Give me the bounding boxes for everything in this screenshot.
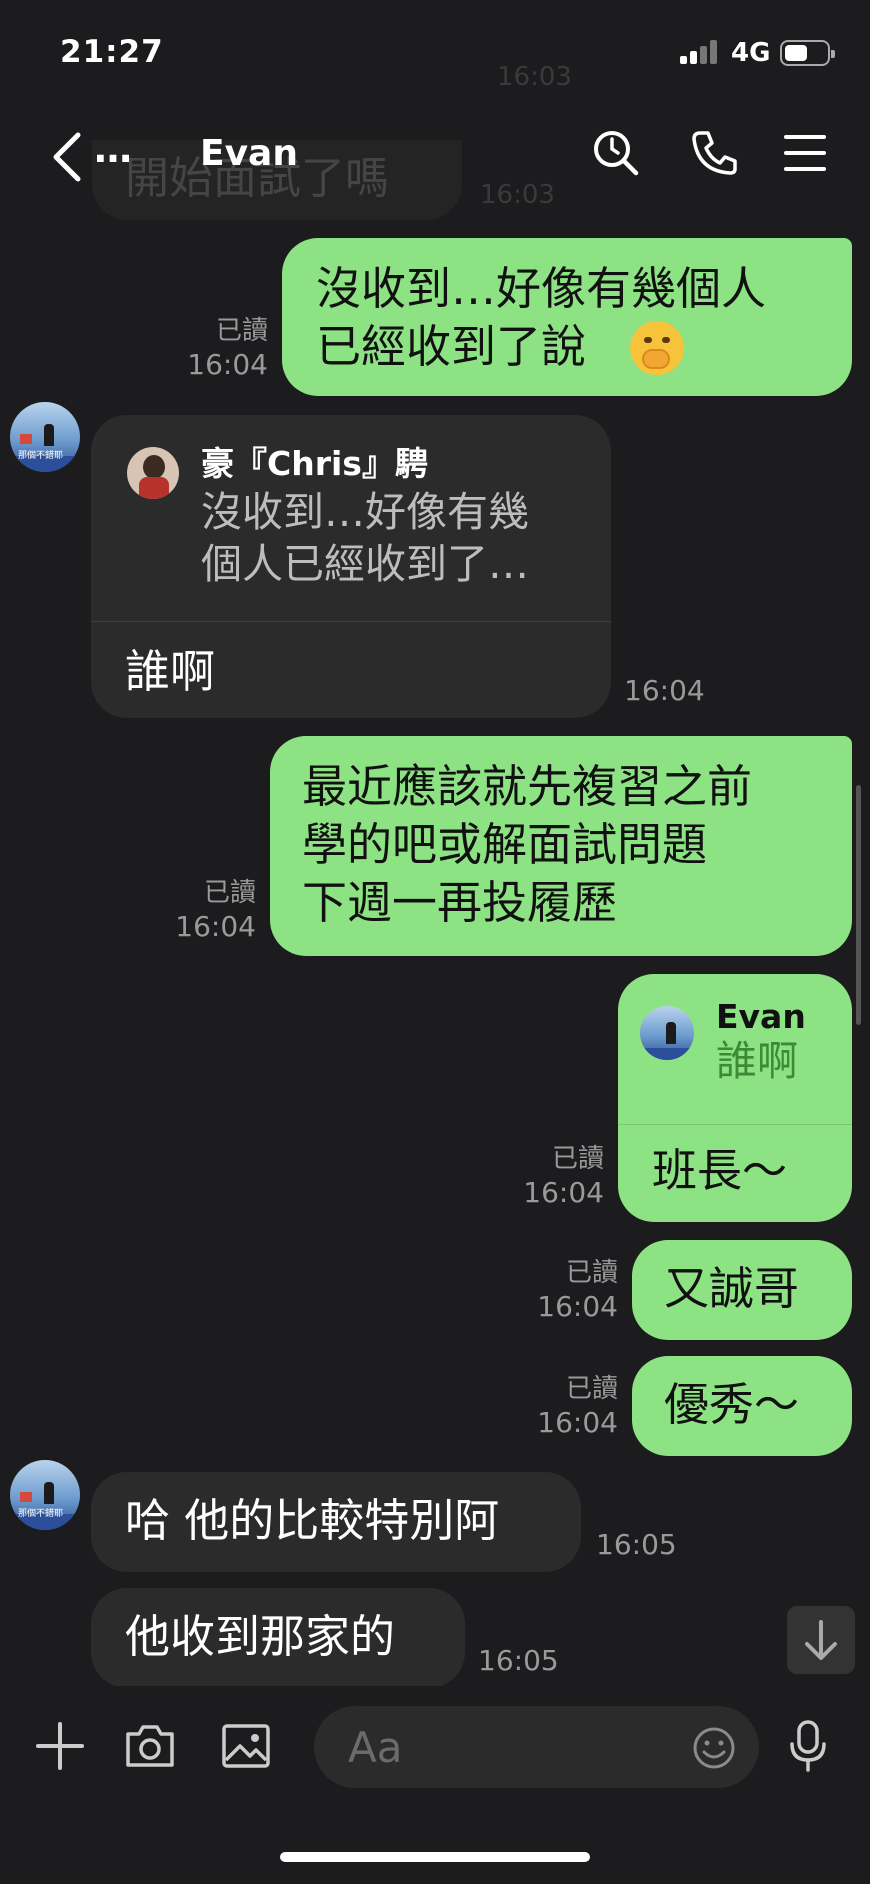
divider <box>618 1124 852 1125</box>
menu-icon[interactable] <box>780 127 832 179</box>
message-line: 下週一再投履歷 <box>302 876 618 929</box>
quoted-text: 誰啊 <box>716 1037 798 1085</box>
message-bubble[interactable]: 優秀～ <box>632 1356 852 1456</box>
message-bubble[interactable]: 他收到那家的 <box>91 1588 465 1688</box>
read-receipt: 已讀 16:04 <box>175 878 256 943</box>
message-text: 誰啊 <box>125 645 216 698</box>
emoji-icon[interactable] <box>692 1726 736 1770</box>
chat-header: … Evan <box>0 105 870 205</box>
status-time: 21:27 <box>60 34 164 70</box>
message-bubble[interactable]: 最近應該就先複習之前 學的吧或解面試問題 下週一再投履歷 <box>270 736 852 956</box>
scrolled-time: 16:03 <box>497 62 572 92</box>
message-bubble[interactable]: 沒收到…好像有幾個人 已經收到了說 <box>282 238 852 396</box>
search-icon[interactable] <box>590 127 642 179</box>
quoted-user-avatar <box>127 447 179 499</box>
contact-avatar[interactable]: 那個不錯耶 <box>10 402 80 472</box>
message-text: 他收到那家的 <box>125 1610 396 1663</box>
read-receipt: 已讀 16:04 <box>523 1144 604 1209</box>
message-line: 已經收到了說 <box>316 320 587 373</box>
divider <box>91 621 611 622</box>
message-time: 16:04 <box>624 674 705 707</box>
quoted-text-line: 個人已經收到了… <box>201 540 529 588</box>
hand-over-mouth-emoji <box>630 321 684 375</box>
message-line: 學的吧或解面試問題 <box>302 818 708 871</box>
reply-message-bubble[interactable]: 豪『Chris』騁 沒收到…好像有幾 個人已經收到了… 誰啊 <box>91 415 611 718</box>
image-icon[interactable] <box>218 1718 274 1774</box>
reply-message-bubble[interactable]: Evan 誰啊 班長～ <box>618 974 852 1222</box>
message-time: 16:05 <box>596 1528 677 1561</box>
arrow-down-icon[interactable] <box>787 1606 855 1674</box>
read-receipt: 已讀 16:04 <box>537 1258 618 1323</box>
composer-bar <box>0 1686 870 1884</box>
quoted-text-line: 沒收到…好像有幾 <box>201 488 529 536</box>
message-text: 哈 他的比較特別阿 <box>125 1494 500 1547</box>
quoted-sender-name: 豪『Chris』騁 <box>201 444 428 483</box>
read-receipt: 已讀 16:04 <box>537 1374 618 1439</box>
mic-icon[interactable] <box>786 1718 830 1774</box>
quoted-user-avatar <box>640 1006 694 1060</box>
network-type: 4G <box>731 38 771 68</box>
quoted-sender-name: Evan <box>716 997 806 1036</box>
message-bubble[interactable]: 又誠哥 <box>632 1240 852 1340</box>
chat-title[interactable]: Evan <box>200 133 298 174</box>
message-line: 沒收到…好像有幾個人 <box>316 262 767 315</box>
message-line: 最近應該就先複習之前 <box>302 760 753 813</box>
status-bar: 21:27 4G <box>0 0 870 105</box>
back-icon[interactable] <box>48 129 88 185</box>
signal-icon <box>680 40 722 64</box>
overflow-dots: … <box>94 127 132 171</box>
read-receipt: 已讀 16:04 <box>187 316 268 381</box>
message-bubble[interactable]: 哈 他的比較特別阿 <box>91 1472 581 1572</box>
plus-icon[interactable] <box>32 1718 88 1774</box>
scrollbar[interactable] <box>856 785 861 1025</box>
message-text: 又誠哥 <box>664 1262 800 1315</box>
home-indicator <box>280 1852 590 1862</box>
camera-icon[interactable] <box>122 1718 178 1774</box>
battery-icon <box>780 40 835 66</box>
phone-icon[interactable] <box>688 127 740 179</box>
message-text: 班長～ <box>652 1144 788 1197</box>
contact-avatar[interactable]: 那個不錯耶 <box>10 1460 80 1530</box>
message-time: 16:05 <box>478 1644 559 1677</box>
message-text: 優秀～ <box>664 1378 800 1431</box>
